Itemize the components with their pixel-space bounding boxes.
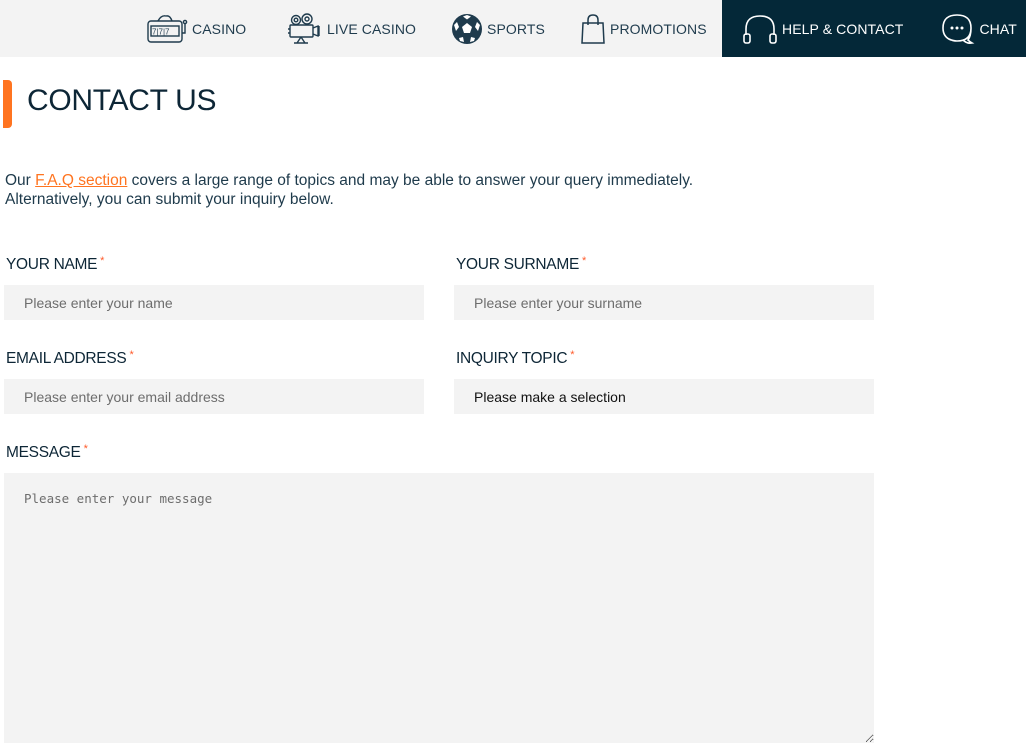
name-input[interactable]	[4, 285, 424, 320]
nav-label: CHAT	[979, 20, 1017, 37]
required-asterisk: *	[100, 255, 105, 267]
required-asterisk: *	[129, 349, 134, 361]
inquiry-topic-select[interactable]: Please make a selection	[454, 379, 874, 414]
label-text: EMAIL ADDRESS	[6, 350, 127, 367]
nav-label: CASINO	[192, 20, 247, 37]
nav-item-promotions[interactable]: PROMOTIONS	[580, 0, 707, 57]
email-label: EMAIL ADDRESS *	[6, 349, 134, 368]
nav-label: PROMOTIONS	[610, 20, 707, 37]
chat-bubble-icon	[941, 13, 975, 45]
soccer-ball-icon	[451, 13, 483, 45]
label-text: MESSAGE	[6, 444, 81, 461]
page-title: CONTACT US	[27, 84, 217, 117]
headphones-icon	[742, 13, 778, 45]
intro-text: Our F.A.Q section covers a large range o…	[5, 171, 693, 209]
heading-accent-bar	[3, 80, 12, 128]
nav-label: HELP & CONTACT	[782, 20, 904, 37]
label-text: INQUIRY TOPIC	[456, 350, 568, 367]
movie-camera-icon	[287, 12, 323, 45]
name-label: YOUR NAME *	[6, 255, 105, 274]
nav-item-live-casino[interactable]: LIVE CASINO	[287, 0, 416, 57]
surname-label: YOUR SURNAME *	[456, 255, 586, 274]
required-asterisk: *	[582, 255, 586, 267]
faq-link[interactable]: F.A.Q section	[35, 172, 127, 189]
slot-machine-icon: 7|7|7	[146, 14, 188, 44]
label-text: YOUR SURNAME	[456, 256, 579, 273]
nav-label: SPORTS	[487, 20, 545, 37]
selected-option: Please make a selection	[474, 388, 626, 405]
top-navigation: 7|7|7 CASINO LIVE CASINO SPORTS PROMOTIO…	[0, 0, 1026, 57]
intro-prefix: Our	[5, 172, 36, 189]
nav-item-casino[interactable]: 7|7|7 CASINO	[146, 0, 246, 57]
svg-text:7|7|7: 7|7|7	[152, 27, 170, 36]
nav-item-chat[interactable]: CHAT	[941, 13, 1017, 45]
required-asterisk: *	[570, 349, 575, 361]
label-text: YOUR NAME	[6, 256, 98, 273]
nav-item-sports[interactable]: SPORTS	[451, 0, 545, 57]
inquiry-topic-label: INQUIRY TOPIC *	[456, 349, 575, 368]
email-input[interactable]	[4, 379, 424, 414]
intro-line2: Alternatively, you can submit your inqui…	[5, 191, 334, 208]
message-label: MESSAGE *	[6, 443, 88, 462]
nav-label: LIVE CASINO	[327, 20, 417, 37]
required-asterisk: *	[83, 443, 88, 455]
shopping-bag-icon	[580, 13, 606, 45]
intro-suffix: covers a large range of topics and may b…	[127, 172, 694, 189]
surname-input[interactable]	[454, 285, 874, 320]
message-textarea[interactable]	[4, 473, 874, 743]
nav-item-help-contact[interactable]: HELP & CONTACT CHAT	[722, 0, 1026, 57]
